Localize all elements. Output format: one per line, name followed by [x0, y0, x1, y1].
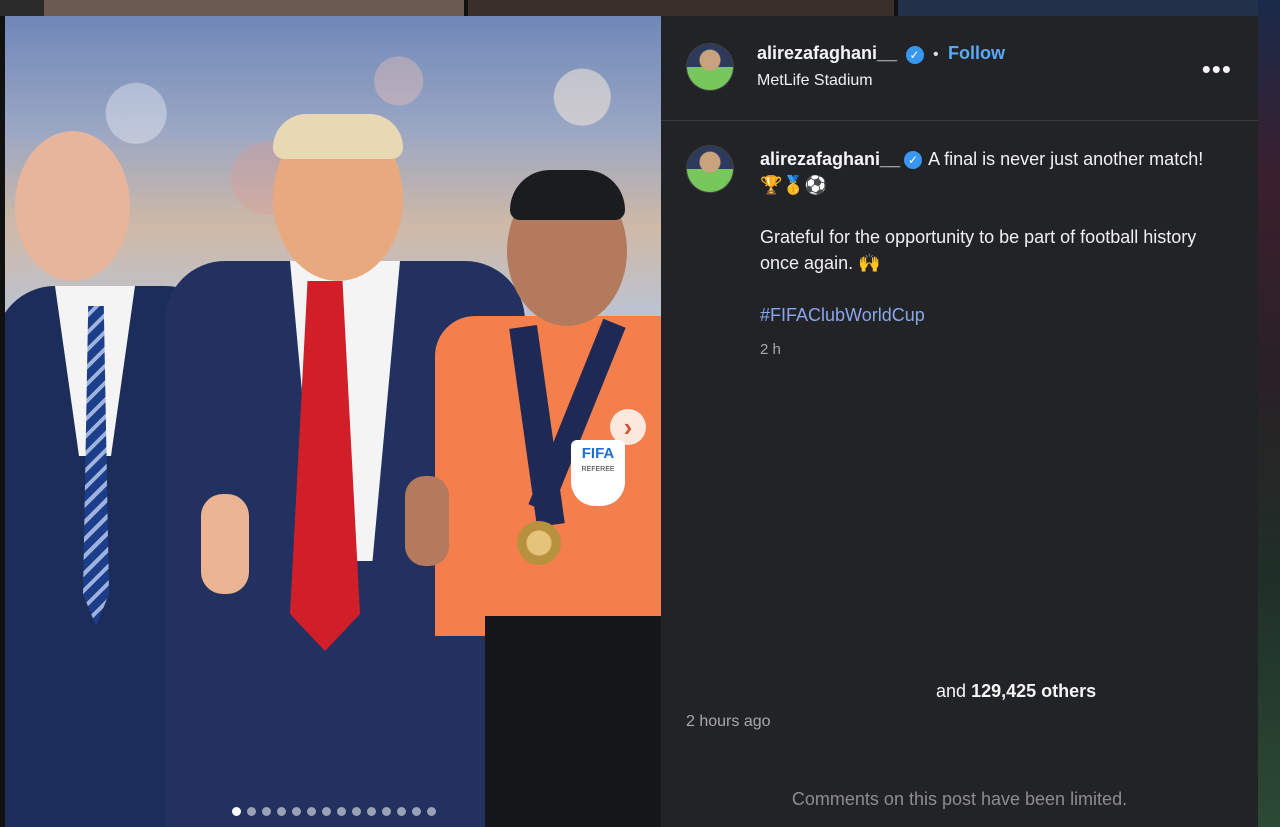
caption-author-avatar[interactable] [687, 146, 733, 192]
follow-button[interactable]: Follow [948, 43, 1005, 63]
carousel-dot [412, 807, 421, 816]
post-details-panel: alirezafaghani__ ✓ • Follow MetLife Stad… [661, 16, 1258, 827]
post-header: alirezafaghani__ ✓ • Follow MetLife Stad… [661, 16, 1258, 121]
medal-icon [517, 521, 561, 565]
caption-hashtag[interactable]: #FIFAClubWorldCup [760, 302, 1220, 328]
badge-subtext: REFEREE [581, 466, 615, 473]
author-line: alirezafaghani__ ✓ • Follow [757, 43, 1005, 64]
carousel-dot [232, 807, 241, 816]
caption-text-line2: Grateful for the opportunity to be part … [760, 227, 1197, 273]
post-media[interactable]: FIFA REFEREE › [5, 16, 661, 827]
post-timestamp[interactable]: 2 hours ago [686, 713, 771, 731]
carousel-dot [277, 807, 286, 816]
carousel-dot [352, 807, 361, 816]
fifa-referee-badge: FIFA REFEREE [571, 440, 625, 506]
carousel-dot [307, 807, 316, 816]
carousel-dot [292, 807, 301, 816]
background-feed-strip [0, 0, 1280, 16]
carousel-dot [337, 807, 346, 816]
badge-text: FIFA [581, 445, 615, 462]
carousel-dot [397, 807, 406, 816]
chevron-right-icon: › [623, 412, 633, 442]
caption-author-username[interactable]: alirezafaghani__ [760, 149, 900, 169]
carousel-dot [367, 807, 376, 816]
carousel-dot [382, 807, 391, 816]
likes-prefix: and [936, 681, 967, 701]
caption-age: 2 h [760, 341, 781, 358]
verified-badge-icon: ✓ [904, 151, 923, 170]
author-username[interactable]: alirezafaghani__ [757, 43, 897, 63]
comments-limited-notice: Comments on this post have been limited. [791, 789, 1128, 809]
post-caption: alirezafaghani__ ✓ A final is never just a… [760, 146, 1220, 328]
verified-badge-icon: ✓ [905, 45, 924, 64]
carousel-dot [247, 807, 256, 816]
post-location[interactable]: MetLife Stadium [757, 72, 873, 90]
author-avatar[interactable] [687, 44, 733, 90]
separator-dot: • [932, 46, 939, 63]
carousel-dot [427, 807, 436, 816]
likes-summary[interactable]: and 129,425 others [936, 681, 1096, 702]
carousel-dot [322, 807, 331, 816]
background-feed-right [1258, 0, 1280, 827]
carousel-indicator [232, 807, 436, 816]
next-media-button[interactable]: › [610, 409, 646, 445]
more-options-icon[interactable]: ••• [1202, 56, 1232, 82]
likes-count: 129,425 others [971, 681, 1097, 701]
carousel-dot [262, 807, 271, 816]
